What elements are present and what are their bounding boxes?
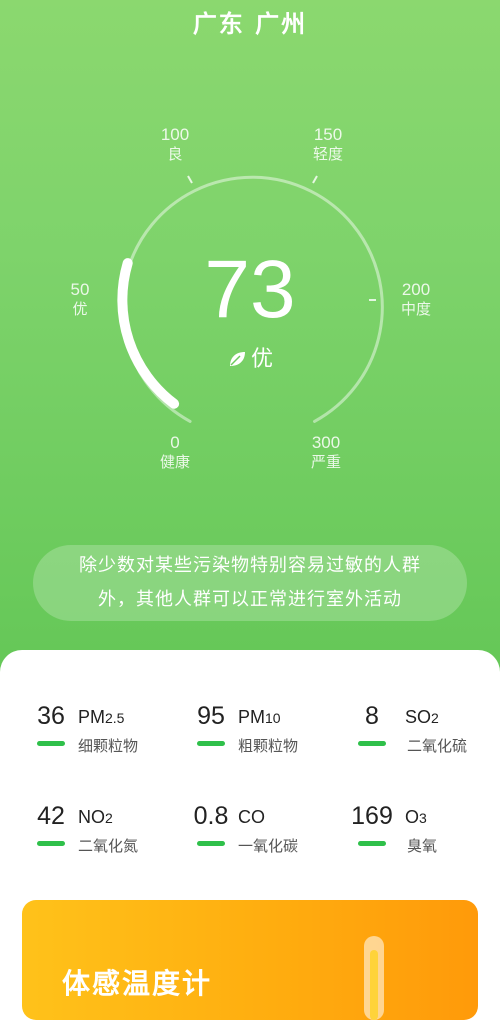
gauge-tick-100 (187, 175, 193, 184)
scale-label-300: 300 严重 (310, 433, 341, 471)
pollutant-name: 粗颗粒物 (238, 737, 299, 755)
pollutant-value: 95 (197, 702, 225, 730)
aqi-header-panel: 广东 广州 0 健康 50 优 100 良 150 轻度 200 中度 300 … (0, 0, 500, 720)
pollutant-name: 二氧化氮 (78, 837, 139, 855)
pollutant-value: 0.8 (193, 802, 229, 830)
pollutant-name: 一氧化碳 (238, 837, 299, 855)
advice-line-2: 外，其他人群可以正常进行室外活动 (98, 589, 402, 610)
advice-line-1: 除少数对某些污染物特别容易过敏的人群 (79, 555, 421, 576)
health-advice: 除少数对某些污染物特别容易过敏的人群 外，其他人群可以正常进行室外活动 (33, 545, 467, 621)
pollutant-value: 36 (37, 702, 65, 730)
pollutant-level-bar (358, 841, 386, 846)
pollutant-level-bar (197, 841, 225, 846)
feels-like-title: 体感温度计 (62, 967, 213, 1000)
pollutant-no2[interactable]: 42 NO2 二氧化氮 (30, 802, 190, 872)
scale-label-100: 100 良 (160, 125, 190, 163)
pollutant-code: PM10 (238, 707, 281, 727)
scale-label-150: 150 轻度 (312, 125, 343, 163)
feels-like-card[interactable]: 体感温度计 (22, 900, 478, 1020)
pollutant-pm10[interactable]: 95 PM10 粗颗粒物 (190, 702, 350, 772)
pollutant-code: NO2 (78, 807, 113, 827)
pollutant-code: SO2 (405, 707, 439, 727)
aqi-level-row: 优 (0, 345, 500, 375)
pollutant-pm25[interactable]: 36 PM2.5 细颗粒物 (30, 702, 190, 772)
pollutant-value: 42 (37, 802, 65, 830)
pollutant-code: O3 (405, 807, 427, 827)
leaf-icon (229, 352, 245, 366)
pollutant-level-bar (358, 741, 386, 746)
thermometer-fill (370, 950, 378, 1020)
pollutant-co[interactable]: 0.8 CO 一氧化碳 (190, 802, 350, 872)
pollutant-level-bar (37, 841, 65, 846)
pollutant-value: 8 (365, 702, 379, 730)
scale-label-0: 0 健康 (159, 433, 190, 471)
city-title[interactable]: 广东 广州 (0, 4, 500, 39)
pollutant-code: PM2.5 (78, 707, 125, 727)
pollutant-level-bar (197, 741, 225, 746)
aqi-level-label: 优 (250, 347, 273, 372)
thermometer-icon (364, 936, 384, 1020)
aqi-value: 73 (204, 244, 296, 335)
pollutant-name: 细颗粒物 (78, 737, 139, 755)
pollutant-code: CO (238, 807, 265, 827)
pollutant-so2[interactable]: 8 SO2 二氧化硫 (351, 702, 500, 772)
pollutant-name: 臭氧 (407, 837, 438, 855)
pollutant-o3[interactable]: 169 O3 臭氧 (351, 802, 500, 872)
pollutant-name: 二氧化硫 (407, 737, 468, 755)
gauge-tick-150 (312, 175, 318, 184)
pollutant-value: 169 (351, 802, 393, 830)
pollutant-level-bar (37, 741, 65, 746)
